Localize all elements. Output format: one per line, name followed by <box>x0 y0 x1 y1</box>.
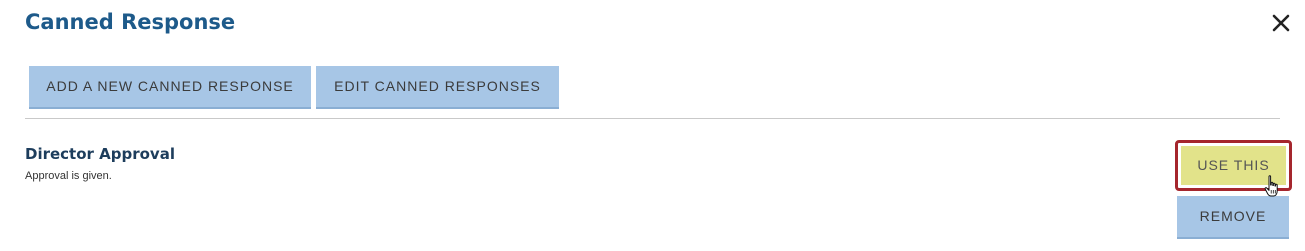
use-this-button[interactable]: USE THIS <box>1181 146 1286 185</box>
divider <box>25 118 1280 119</box>
use-this-highlight: USE THIS <box>1175 140 1292 191</box>
remove-button[interactable]: REMOVE <box>1177 196 1289 239</box>
dialog-title: Canned Response <box>25 10 236 34</box>
add-canned-response-button[interactable]: ADD A NEW CANNED RESPONSE <box>29 66 311 109</box>
response-text: Approval is given. <box>25 170 112 182</box>
edit-canned-responses-button[interactable]: EDIT CANNED RESPONSES <box>316 66 559 109</box>
close-icon[interactable] <box>1268 10 1294 36</box>
response-name: Director Approval <box>25 145 175 163</box>
